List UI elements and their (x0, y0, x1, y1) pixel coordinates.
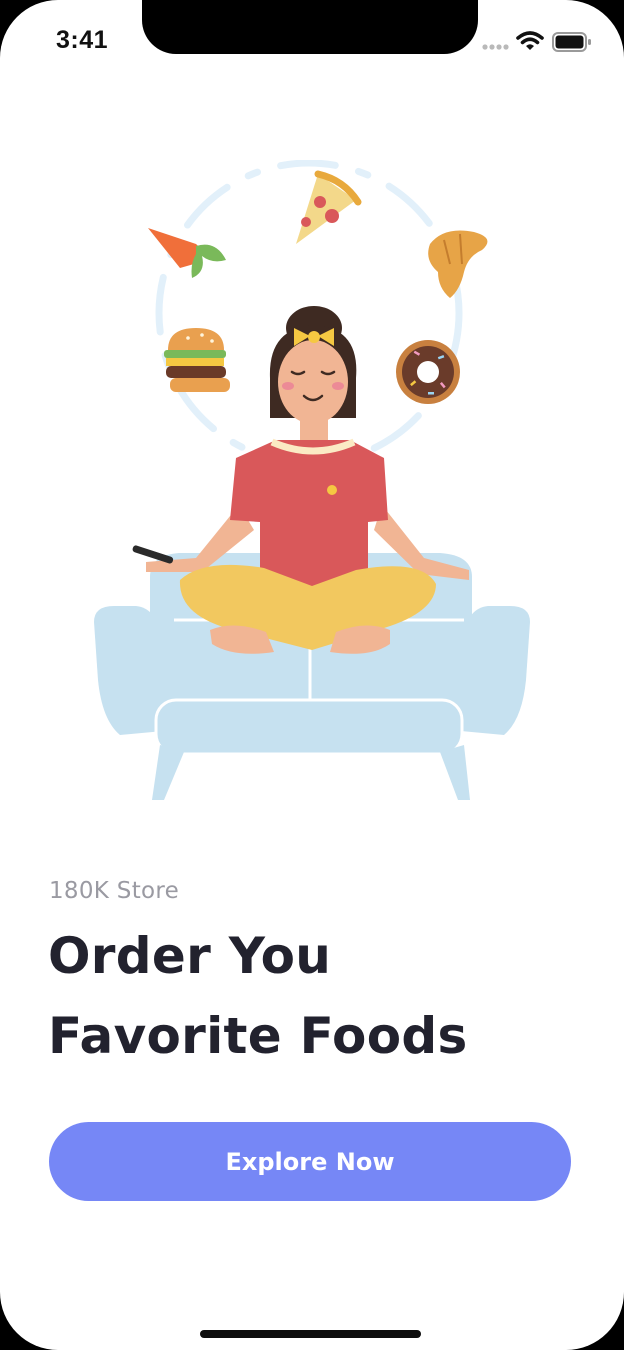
croissant-icon (428, 230, 488, 298)
page-title: Order You Favorite Foods (48, 916, 588, 1076)
store-count-subtitle: 180K Store (49, 878, 180, 904)
burger-icon (164, 328, 230, 392)
wifi-icon (516, 31, 544, 50)
device-notch (142, 0, 478, 54)
explore-now-button[interactable]: Explore Now (49, 1122, 571, 1201)
status-time: 3:41 (56, 26, 109, 54)
hero-illustration (94, 160, 530, 800)
pizza-slice-icon (296, 170, 362, 244)
headline-line-1: Order You (48, 927, 332, 985)
home-indicator (200, 1330, 421, 1338)
phone-screen: 3:41 180K Store Order You Favorite Foods… (0, 0, 624, 1350)
carrot-icon (148, 228, 226, 278)
battery-icon (552, 32, 591, 52)
signal-dots-icon (482, 44, 509, 50)
headline-line-2: Favorite Foods (48, 1007, 468, 1065)
donut-icon (396, 340, 460, 404)
